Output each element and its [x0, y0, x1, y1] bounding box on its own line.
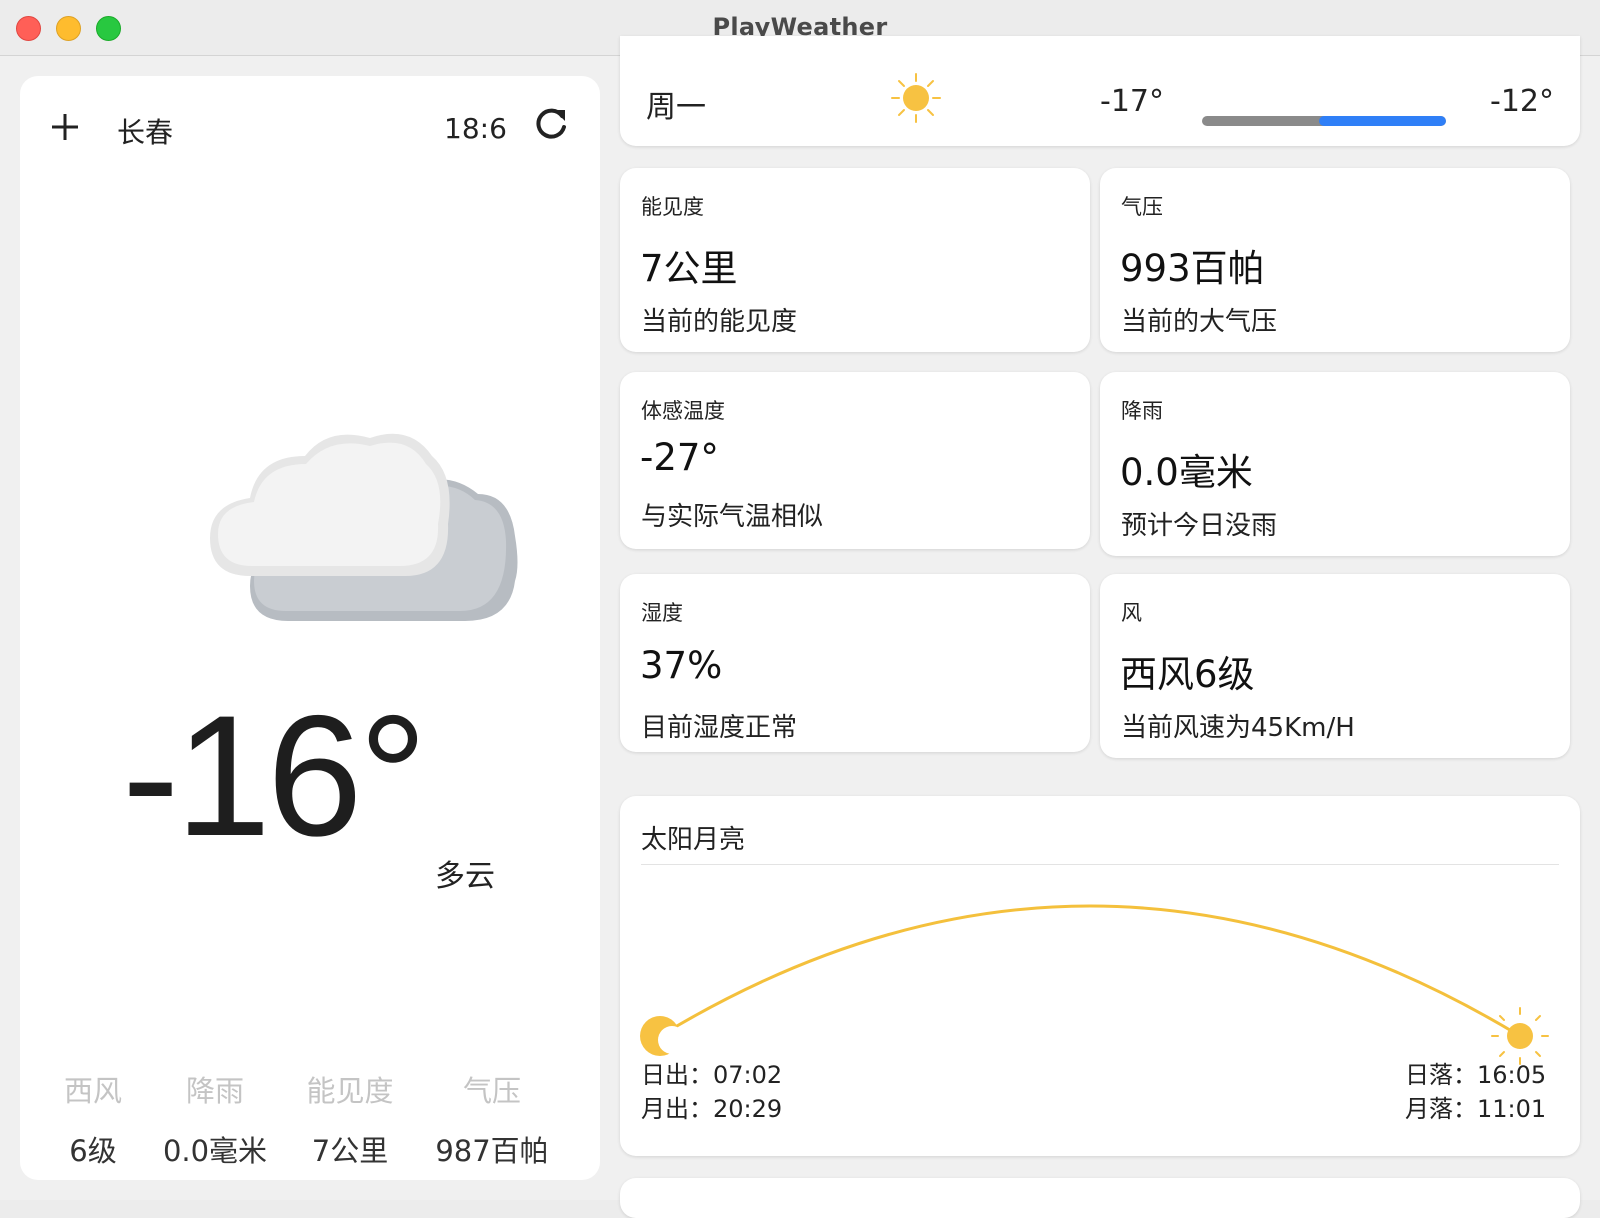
stat-visibility: 能见度 7公里 — [280, 1068, 420, 1170]
stat-value: 7公里 — [311, 1134, 389, 1168]
humidity-card: 湿度 37% 目前湿度正常 — [620, 574, 1090, 752]
cloudy-icon — [210, 433, 518, 621]
card-label: 湿度 — [641, 601, 683, 625]
sun-icon — [1491, 1007, 1549, 1065]
card-value: 37% — [640, 644, 723, 687]
stat-value: 6级 — [69, 1134, 117, 1168]
rain-card: 降雨 0.0毫米 预计今日没雨 — [1100, 372, 1570, 556]
feels-like-card: 体感温度 -27° 与实际气温相似 — [620, 372, 1090, 549]
card-value: 993百帕 — [1120, 247, 1265, 290]
card-label: 能见度 — [641, 195, 704, 219]
details-column: 周一 -17° -12° 能见度 7公里 当前的能见度 气压 993百帕 当前的… — [620, 36, 1580, 1218]
set-times: 日落：16:05 月落：11:01 — [1405, 1058, 1546, 1126]
card-description: 当前的能见度 — [641, 307, 798, 337]
stat-label: 降雨 — [185, 1074, 244, 1108]
next-card — [620, 1178, 1580, 1218]
stat-pressure: 气压 987百帕 — [422, 1068, 562, 1170]
card-label: 风 — [1121, 601, 1142, 625]
forecast-low: -17° — [1100, 84, 1164, 119]
weather-condition: 多云 — [435, 859, 495, 894]
card-value: 0.0毫米 — [1120, 451, 1253, 494]
card-value: -27° — [640, 436, 719, 479]
card-value: 西风6级 — [1120, 653, 1255, 696]
rise-times: 日出：07:02 月出：20:29 — [641, 1058, 782, 1126]
forecast-high: -12° — [1490, 84, 1554, 119]
card-description: 与实际气温相似 — [641, 502, 824, 532]
card-description: 目前湿度正常 — [641, 713, 798, 743]
sun-moon-arc — [640, 904, 1549, 1065]
visibility-card: 能见度 7公里 当前的能见度 — [620, 168, 1090, 352]
card-label: 降雨 — [1121, 399, 1163, 423]
card-description: 预计今日没雨 — [1121, 511, 1278, 541]
update-time: 18:6 — [444, 112, 507, 145]
moonset-time: 月落：11:01 — [1405, 1095, 1547, 1123]
moon-icon — [640, 1016, 686, 1056]
refresh-icon — [536, 108, 566, 139]
stat-value: 0.0毫米 — [162, 1134, 268, 1168]
stat-label: 气压 — [462, 1074, 521, 1108]
stat-value: 987百帕 — [435, 1134, 549, 1168]
sun-moon-title: 太阳月亮 — [641, 825, 746, 855]
forecast-day: 周一 — [646, 90, 706, 125]
sun-moon-card: 太阳月亮 日出：07:02 月出：20:29 日落：16:05 月落：11:01 — [620, 796, 1580, 1156]
wind-card: 风 西风6级 当前风速为45Km/H — [1100, 574, 1570, 758]
sunset-time: 日落：16:05 — [1405, 1061, 1547, 1089]
card-label: 气压 — [1121, 195, 1163, 219]
refresh-button[interactable] — [532, 106, 572, 146]
stat-rain: 降雨 0.0毫米 — [145, 1068, 285, 1170]
moonrise-time: 月出：20:29 — [641, 1095, 783, 1123]
card-description: 当前风速为45Km/H — [1121, 713, 1355, 743]
main-content: 长春 18:6 -16° 多云 西风 6级 降雨 0.0毫米 能见度 7公里 气… — [0, 36, 1600, 1218]
city-name[interactable]: 长春 — [117, 111, 173, 151]
divider — [641, 864, 1559, 865]
card-label: 体感温度 — [641, 399, 725, 423]
temperature-range-fill — [1319, 116, 1446, 126]
current-temperature: -16° — [122, 680, 427, 872]
sunrise-time: 日出：07:02 — [641, 1061, 783, 1089]
forecast-row[interactable]: 周一 -17° -12° — [620, 36, 1580, 146]
card-description: 当前的大气压 — [1121, 307, 1278, 337]
stat-label: 能见度 — [306, 1074, 394, 1108]
sun-icon — [891, 73, 941, 123]
add-city-button[interactable] — [50, 106, 80, 150]
pressure-card: 气压 993百帕 当前的大气压 — [1100, 168, 1570, 352]
stat-wind: 西风 6级 — [23, 1068, 163, 1170]
stat-label: 西风 — [63, 1074, 122, 1108]
plus-icon — [52, 114, 78, 140]
current-weather-panel: 长春 18:6 -16° 多云 西风 6级 降雨 0.0毫米 能见度 7公里 气… — [20, 76, 600, 1180]
card-value: 7公里 — [640, 247, 738, 290]
temperature-range-bar — [1202, 116, 1446, 126]
